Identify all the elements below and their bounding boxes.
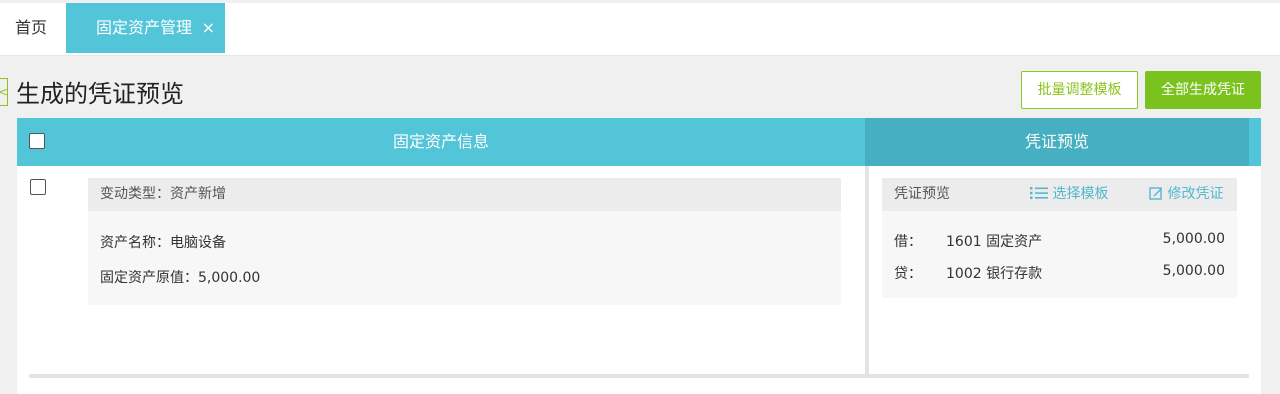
voucher-card-header: 凭证预览 选择模板 修改凭证 (882, 178, 1237, 211)
row-checkbox[interactable] (30, 179, 46, 195)
voucher-card-title: 凭证预览 (894, 186, 950, 202)
select-template-label: 选择模板 (1052, 186, 1109, 202)
column-divider (865, 166, 869, 374)
entry-amount: 5,000.00 (1162, 231, 1225, 247)
asset-info-header: 固定资产信息 (17, 118, 865, 166)
back-icon[interactable]: < (0, 78, 8, 106)
voucher-preview-table: 固定资产信息 凭证预览 变动类型：资产新增 资产名称：电脑设备 固定资产原值：5… (17, 118, 1261, 394)
list-icon (1030, 187, 1048, 199)
tab-label: 固定资产管理 (96, 18, 193, 37)
page-header: < 生成的凭证预览 批量调整模板 全部生成凭证 (0, 60, 1280, 118)
change-type: 变动类型：资产新增 (88, 178, 841, 211)
edit-icon (1149, 187, 1162, 200)
tab-fixed-assets[interactable]: 固定资产管理 × (66, 3, 225, 53)
entry-amount: 5,000.00 (1162, 263, 1225, 279)
asset-name: 资产名称：电脑设备 (100, 235, 226, 251)
close-icon[interactable]: × (202, 3, 215, 53)
edit-voucher-link[interactable]: 修改凭证 (1149, 178, 1223, 211)
select-all-checkbox[interactable] (29, 133, 45, 149)
tab-home[interactable]: 首页 (0, 3, 62, 53)
entry-account: 1002 银行存款 (946, 266, 1043, 282)
page-title: 生成的凭证预览 (16, 80, 184, 108)
asset-info-card: 变动类型：资产新增 资产名称：电脑设备 固定资产原值：5,000.00 (88, 178, 841, 305)
voucher-entry-debit: 借： 1601 固定资产 5,000.00 (894, 231, 1225, 251)
edit-voucher-label: 修改凭证 (1167, 186, 1224, 202)
entry-direction: 贷： (894, 266, 922, 282)
entry-direction: 借： (894, 234, 922, 250)
asset-original-value: 固定资产原值：5,000.00 (100, 270, 261, 286)
select-template-link[interactable]: 选择模板 (1030, 178, 1108, 211)
voucher-entry-credit: 贷： 1002 银行存款 5,000.00 (894, 263, 1225, 283)
header-scroll-gutter (1249, 118, 1261, 166)
voucher-card: 凭证预览 选择模板 修改凭证 借： 1601 固定资产 5,000.00 贷： … (882, 178, 1237, 298)
horizontal-scrollbar[interactable] (29, 374, 1249, 378)
batch-adjust-template-button[interactable]: 批量调整模板 (1021, 71, 1138, 109)
voucher-preview-header: 凭证预览 (865, 118, 1249, 166)
generate-all-vouchers-button[interactable]: 全部生成凭证 (1145, 71, 1261, 109)
entry-account: 1601 固定资产 (946, 234, 1043, 250)
tab-bar: 首页 固定资产管理 × (0, 0, 1280, 56)
